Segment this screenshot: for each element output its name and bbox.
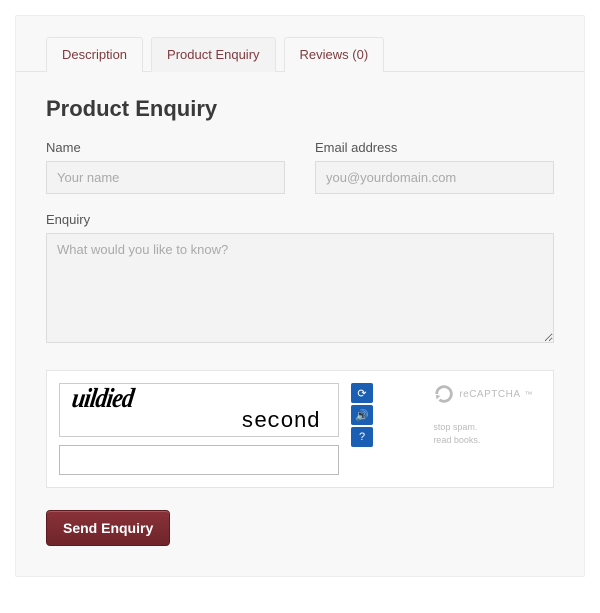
email-label: Email address [315, 140, 554, 155]
captcha-input[interactable] [59, 445, 339, 475]
enquiry-label: Enquiry [46, 212, 554, 227]
name-input[interactable] [46, 161, 285, 194]
captcha-tm: ™ [525, 390, 534, 399]
email-input[interactable] [315, 161, 554, 194]
help-icon: ? [359, 431, 365, 443]
send-enquiry-button[interactable]: Send Enquiry [46, 510, 170, 546]
captcha-refresh-button[interactable]: ⟳ [351, 383, 373, 403]
tab-product-enquiry[interactable]: Product Enquiry [151, 37, 276, 72]
refresh-icon: ⟳ [357, 387, 366, 400]
email-field-group: Email address [315, 140, 554, 194]
captcha-controls: ⟳ 🔊 ? [351, 383, 373, 447]
captcha-help-button[interactable]: ? [351, 427, 373, 447]
recaptcha-logo-icon [433, 383, 455, 405]
captcha-audio-button[interactable]: 🔊 [351, 405, 373, 425]
captcha-brand: reCAPTCHA ™ stop spam. read books. [433, 383, 541, 446]
captcha-tagline-1: stop spam. [433, 421, 533, 434]
enquiry-panel: Description Product Enquiry Reviews (0) … [15, 15, 585, 577]
audio-icon: 🔊 [355, 409, 369, 422]
tab-reviews[interactable]: Reviews (0) [284, 37, 385, 72]
name-label: Name [46, 140, 285, 155]
captcha-widget: uildied second ⟳ 🔊 ? reCAPTCHA [46, 370, 554, 488]
captcha-tagline-2: read books. [433, 434, 533, 447]
enquiry-textarea[interactable] [46, 233, 554, 343]
tab-description[interactable]: Description [46, 37, 143, 72]
captcha-word-1: uildied [70, 384, 135, 415]
name-field-group: Name [46, 140, 285, 194]
enquiry-field-group: Enquiry [46, 212, 554, 348]
page-title: Product Enquiry [46, 96, 554, 122]
tabs: Description Product Enquiry Reviews (0) [16, 16, 584, 72]
captcha-image: uildied second [59, 383, 339, 437]
captcha-brand-name: reCAPTCHA [459, 389, 520, 400]
captcha-word-2: second [241, 409, 320, 434]
